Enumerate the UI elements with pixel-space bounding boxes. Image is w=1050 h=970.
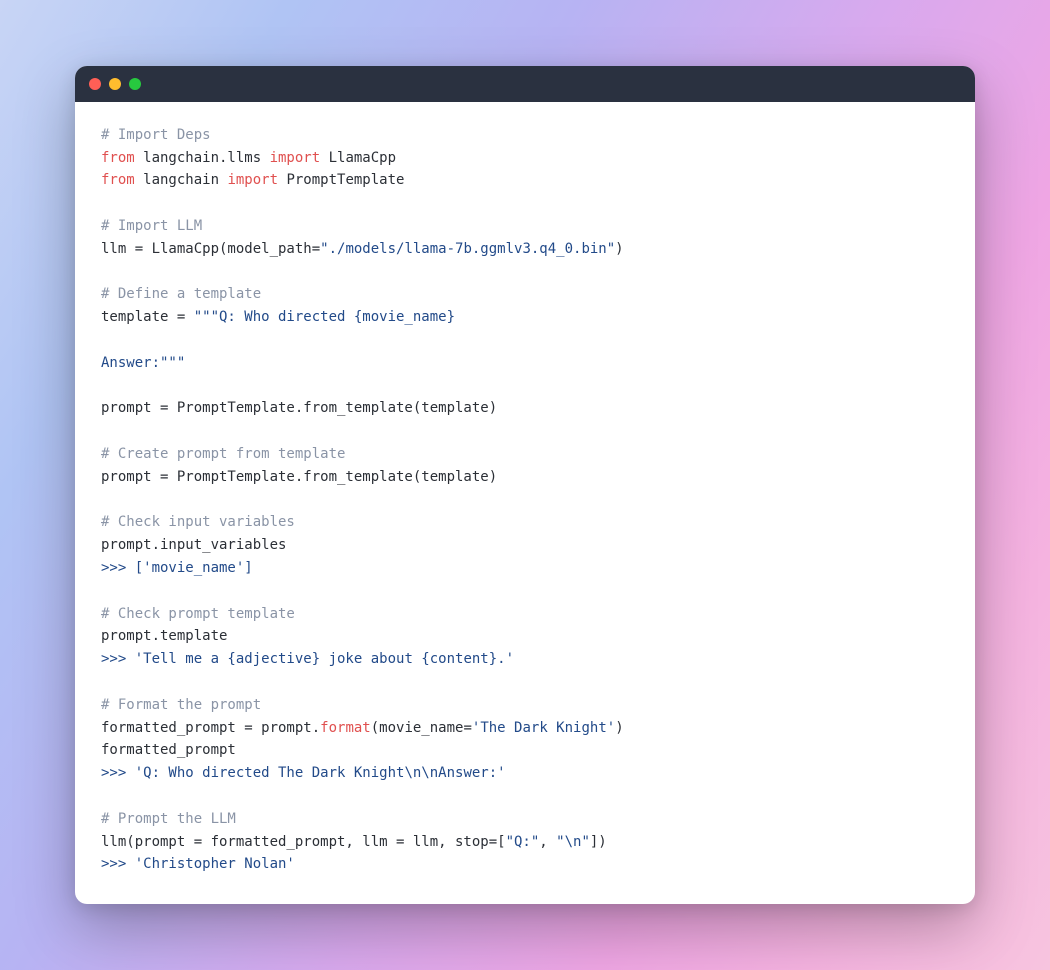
maximize-icon[interactable] [129,78,141,90]
code-window: # Import Depsfrom langchain.llms import … [75,66,975,904]
code-line: Answer:""" [101,352,949,375]
code-line: llm(prompt = formatted_prompt, llm = llm… [101,831,949,854]
code-line: # Import LLM [101,215,949,238]
code-line [101,329,949,352]
code-line: # Check prompt template [101,603,949,626]
minimize-icon[interactable] [109,78,121,90]
code-line [101,785,949,808]
code-line: >>> 'Tell me a {adjective} joke about {c… [101,648,949,671]
code-line: # Format the prompt [101,694,949,717]
code-line: formatted_prompt [101,739,949,762]
code-line: prompt.input_variables [101,534,949,557]
code-line [101,420,949,443]
code-line: # Check input variables [101,511,949,534]
code-block: # Import Depsfrom langchain.llms import … [75,102,975,904]
code-line: >>> 'Christopher Nolan' [101,853,949,876]
code-line: # Create prompt from template [101,443,949,466]
code-line [101,580,949,603]
code-line: # Prompt the LLM [101,808,949,831]
code-line: # Define a template [101,283,949,306]
code-line: >>> ['movie_name'] [101,557,949,580]
code-line: formatted_prompt = prompt.format(movie_n… [101,717,949,740]
code-line: llm = LlamaCpp(model_path="./models/llam… [101,238,949,261]
window-titlebar [75,66,975,102]
code-line: # Import Deps [101,124,949,147]
code-line [101,261,949,284]
code-line: template = """Q: Who directed {movie_nam… [101,306,949,329]
code-line [101,671,949,694]
code-line: >>> 'Q: Who directed The Dark Knight\n\n… [101,762,949,785]
code-line: from langchain import PromptTemplate [101,169,949,192]
code-line [101,489,949,512]
code-line [101,375,949,398]
code-line: prompt = PromptTemplate.from_template(te… [101,466,949,489]
code-line: prompt.template [101,625,949,648]
code-line: from langchain.llms import LlamaCpp [101,147,949,170]
code-line [101,192,949,215]
close-icon[interactable] [89,78,101,90]
code-line: prompt = PromptTemplate.from_template(te… [101,397,949,420]
